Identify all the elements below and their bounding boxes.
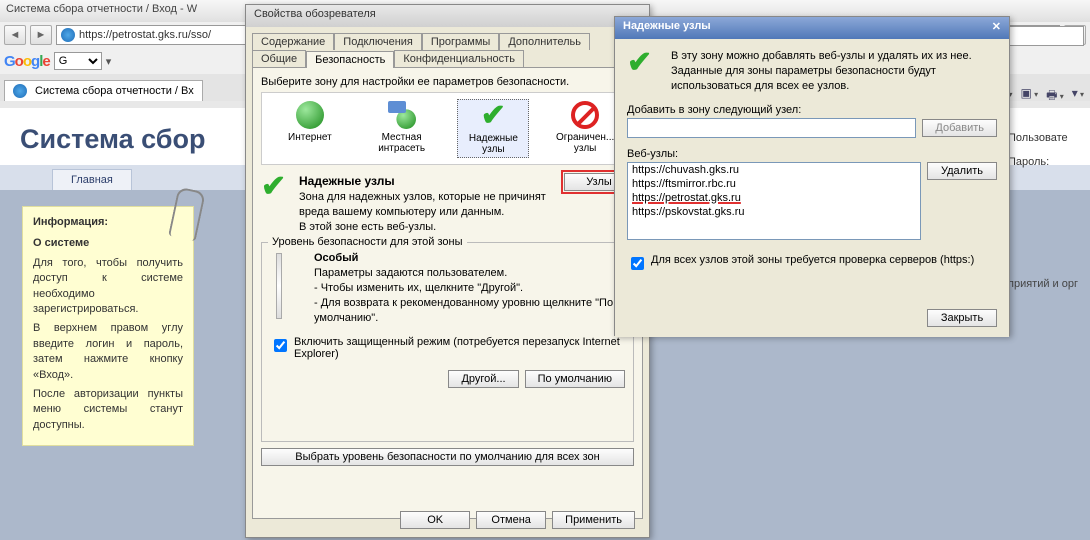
- zone-restricted[interactable]: Ограничен... узлы: [549, 99, 621, 158]
- security-level-group: Уровень безопасности для этой зоны Особы…: [261, 242, 634, 442]
- apply-button[interactable]: Применить: [552, 511, 635, 529]
- tab-security[interactable]: Безопасность: [306, 51, 394, 68]
- browser-tab[interactable]: Система сбора отчетности / Вх: [4, 80, 203, 101]
- list-item[interactable]: https://petrostat.gks.ru: [628, 191, 920, 205]
- info-paragraph: После авторизации пункты меню системы ст…: [33, 387, 183, 433]
- dialog-title-bar: Надежные узлы ✕: [615, 17, 1009, 39]
- ok-button[interactable]: OK: [400, 511, 470, 529]
- checkmark-icon: [479, 102, 507, 130]
- google-selector[interactable]: G: [54, 52, 102, 70]
- zone-description: В этой зоне есть веб-узлы.: [299, 221, 436, 233]
- tab-connections[interactable]: Подключения: [334, 33, 422, 50]
- info-paragraph: Для того, чтобы получить доступ к систем…: [33, 256, 183, 318]
- page-menu-icon[interactable]: ▾: [1072, 86, 1084, 107]
- ie-icon: [61, 28, 75, 42]
- intranet-icon: [388, 101, 416, 129]
- zone-trusted[interactable]: Надежные узлы: [457, 99, 529, 158]
- add-button[interactable]: Добавить: [922, 119, 997, 137]
- back-button[interactable]: ◄: [4, 25, 26, 45]
- user-label: Пользовате: [1008, 132, 1084, 144]
- zone-selector: Интернет Местная интрасеть Надежные узлы…: [261, 92, 634, 165]
- url-text: https://petrostat.gks.ru/sso/: [79, 29, 211, 41]
- google-logo: Google: [4, 53, 50, 70]
- zone-description: Зона для надежных узлов, которые не прич…: [299, 191, 546, 218]
- trusted-sites-intro: В эту зону можно добавлять веб-узлы и уд…: [671, 49, 997, 94]
- tab-programs[interactable]: Программы: [422, 33, 499, 50]
- tab-privacy[interactable]: Конфиденциальность: [394, 50, 524, 67]
- ie-icon: [13, 84, 27, 98]
- security-slider[interactable]: [276, 253, 282, 319]
- checkmark-icon: [261, 173, 291, 207]
- close-button[interactable]: Закрыть: [927, 309, 997, 327]
- custom-level-button[interactable]: Другой...: [448, 370, 518, 388]
- add-site-label: Добавить в зону следующий узел:: [627, 104, 997, 116]
- security-level-line: Параметры задаются пользователем.: [314, 267, 507, 279]
- security-level-name: Особый: [314, 252, 358, 264]
- add-site-input[interactable]: [627, 118, 916, 138]
- https-required-label: Для всех узлов этой зоны требуется прове…: [651, 254, 974, 266]
- zone-intranet[interactable]: Местная интрасеть: [366, 99, 438, 158]
- dialog-title: Надежные узлы: [623, 20, 711, 36]
- globe-icon: [296, 101, 324, 129]
- forward-button[interactable]: ►: [30, 25, 52, 45]
- dialog-tabs: Содержание Подключения Программы Дополни…: [246, 27, 649, 67]
- cut-text: приятий и орг: [1008, 278, 1084, 290]
- internet-options-dialog: Свойства обозревателя Содержание Подключ…: [245, 4, 650, 538]
- info-heading: Информация:: [33, 215, 183, 230]
- protected-mode-label: Включить защищенный режим (потребуется п…: [294, 336, 625, 360]
- info-paragraph: В верхнем правом углу введите логин и па…: [33, 321, 183, 383]
- paperclip-icon: [168, 187, 206, 242]
- remove-button[interactable]: Удалить: [927, 162, 997, 180]
- close-icon[interactable]: ✕: [992, 20, 1001, 36]
- checkmark-icon: [627, 49, 661, 83]
- tab-general[interactable]: Общие: [252, 50, 306, 67]
- security-level-line: - Для возврата к рекомендованному уровню…: [314, 297, 613, 324]
- feeds-icon[interactable]: ▣: [1021, 86, 1039, 107]
- default-level-button[interactable]: По умолчанию: [525, 370, 625, 388]
- tab-main[interactable]: Главная: [52, 169, 132, 190]
- print-icon[interactable]: 🖶: [1046, 86, 1064, 107]
- list-item[interactable]: https://chuvash.gks.ru: [628, 163, 920, 177]
- zone-prompt: Выберите зону для настройки ее параметро…: [261, 76, 634, 88]
- info-sticky-note: Информация: О системе Для того, чтобы по…: [22, 206, 194, 446]
- reset-all-zones-button[interactable]: Выбрать уровень безопасности по умолчани…: [261, 448, 634, 466]
- list-item[interactable]: https://ftsmirror.rbc.ru: [628, 177, 920, 191]
- tab-content[interactable]: Содержание: [252, 33, 334, 50]
- group-title: Уровень безопасности для этой зоны: [268, 236, 467, 248]
- dialog-title: Свойства обозревателя: [246, 5, 649, 27]
- about-heading: О системе: [33, 236, 183, 251]
- zone-title: Надежные узлы: [299, 174, 395, 188]
- trusted-sites-dialog: Надежные узлы ✕ В эту зону можно добавля…: [614, 16, 1010, 336]
- forbidden-icon: [571, 101, 599, 129]
- security-panel: Выберите зону для настройки ее параметро…: [252, 67, 643, 519]
- security-level-line: - Чтобы изменить их, щелкните "Другой".: [314, 282, 523, 294]
- protected-mode-checkbox[interactable]: [274, 339, 287, 352]
- cancel-button[interactable]: Отмена: [476, 511, 546, 529]
- websites-listbox[interactable]: https://chuvash.gks.ru https://ftsmirror…: [627, 162, 921, 240]
- login-panel: Пользовате Пароль: приятий и орг: [1002, 108, 1090, 314]
- tab-advanced[interactable]: Дополнительь: [499, 33, 590, 50]
- https-required-checkbox[interactable]: [631, 257, 644, 270]
- command-bar: ⌂ ▣ 🖶 ▾: [999, 86, 1084, 107]
- tab-label: Система сбора отчетности / Вх: [35, 85, 194, 97]
- google-dropdown-icon[interactable]: ▾: [106, 55, 112, 68]
- password-label: Пароль:: [1008, 156, 1084, 168]
- websites-label: Веб-узлы:: [627, 148, 997, 160]
- list-item[interactable]: https://pskovstat.gks.ru: [628, 205, 920, 219]
- zone-internet[interactable]: Интернет: [274, 99, 346, 158]
